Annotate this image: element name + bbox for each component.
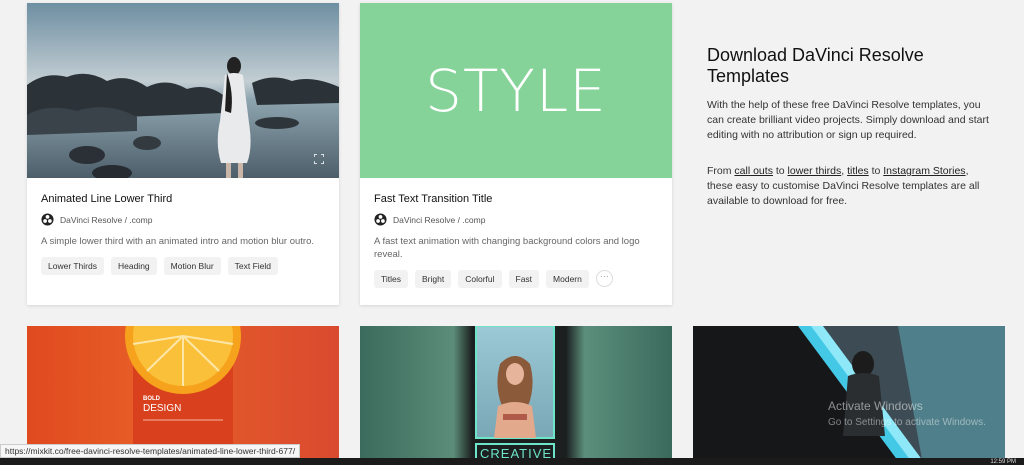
card-meta-text: DaVinci Resolve / .comp [60, 214, 153, 225]
card-description: A simple lower third with an animated in… [41, 236, 314, 247]
tag-heading[interactable]: Heading [110, 257, 157, 275]
tag-text-field[interactable]: Text Field [227, 257, 279, 275]
taskbar [0, 458, 1024, 465]
taskbar-clock: 12:59 PM [990, 459, 1016, 465]
style-thumbnail-text: STYLE [425, 56, 607, 125]
template-card-animated-line[interactable]: Animated Line Lower Third DaVinci Resolv… [27, 3, 339, 305]
template-card-fast-text[interactable]: STYLE Fast Text Transition Title DaVinci… [360, 3, 672, 305]
fullscreen-icon[interactable] [314, 154, 324, 164]
link-instagram-stories[interactable]: Instagram Stories [883, 165, 965, 177]
tag-fast[interactable]: Fast [508, 270, 540, 288]
activate-windows-title: Activate Windows [828, 399, 923, 413]
tag-modern[interactable]: Modern [546, 270, 589, 288]
bold-label: BOLD [143, 396, 160, 402]
card-title[interactable]: Fast Text Transition Title [374, 193, 658, 205]
card-thumbnail[interactable] [27, 3, 339, 178]
links-sep: to [772, 165, 788, 177]
link-titles[interactable]: titles [847, 165, 869, 177]
davinci-resolve-icon [374, 213, 387, 226]
card-thumbnail[interactable]: STYLE [360, 3, 672, 178]
card-tags: Titles Bright Colorful Fast Modern ··· [374, 270, 658, 288]
links-paragraph: From call outs to lower thirds, titles t… [707, 164, 997, 209]
creative-woman-image [360, 326, 672, 465]
link-lower-thirds[interactable]: lower thirds [788, 165, 842, 177]
link-call-outs[interactable]: call outs [734, 165, 773, 177]
tag-lower-thirds[interactable]: Lower Thirds [41, 257, 104, 275]
card-tags: Lower Thirds Heading Motion Blur Text Fi… [41, 257, 325, 275]
links-sep: to [868, 165, 884, 177]
template-card-creative[interactable]: CREATIVE [360, 326, 672, 465]
tag-bright[interactable]: Bright [415, 270, 452, 288]
card-meta: DaVinci Resolve / .comp [41, 213, 325, 226]
links-text-pre: From [707, 165, 735, 177]
status-bar-url: https://mixkit.co/free-davinci-resolve-t… [0, 444, 301, 458]
intro-paragraph: With the help of these free DaVinci Reso… [707, 99, 989, 141]
tag-titles[interactable]: Titles [374, 270, 408, 288]
page-heading: Download DaVinci Resolve Templates [707, 45, 924, 86]
tag-colorful[interactable]: Colorful [458, 270, 502, 288]
beach-woman-image [27, 3, 339, 178]
card-title[interactable]: Animated Line Lower Third [41, 193, 325, 205]
diagonal-stripe-image [693, 326, 1005, 465]
activate-windows-subtitle: Go to Settings to activate Windows. [828, 417, 986, 428]
card-description: A fast text animation with changing back… [374, 236, 640, 260]
davinci-resolve-icon [41, 213, 54, 226]
card-meta: DaVinci Resolve / .comp [374, 213, 658, 226]
card-meta-text: DaVinci Resolve / .comp [393, 214, 486, 225]
tag-motion-blur[interactable]: Motion Blur [163, 257, 221, 275]
template-card-neon-diagonal[interactable]: Activate Windows Go to Settings to activ… [693, 326, 1005, 465]
design-label: DESIGN [143, 403, 182, 414]
more-tags-button[interactable]: ··· [595, 270, 613, 287]
